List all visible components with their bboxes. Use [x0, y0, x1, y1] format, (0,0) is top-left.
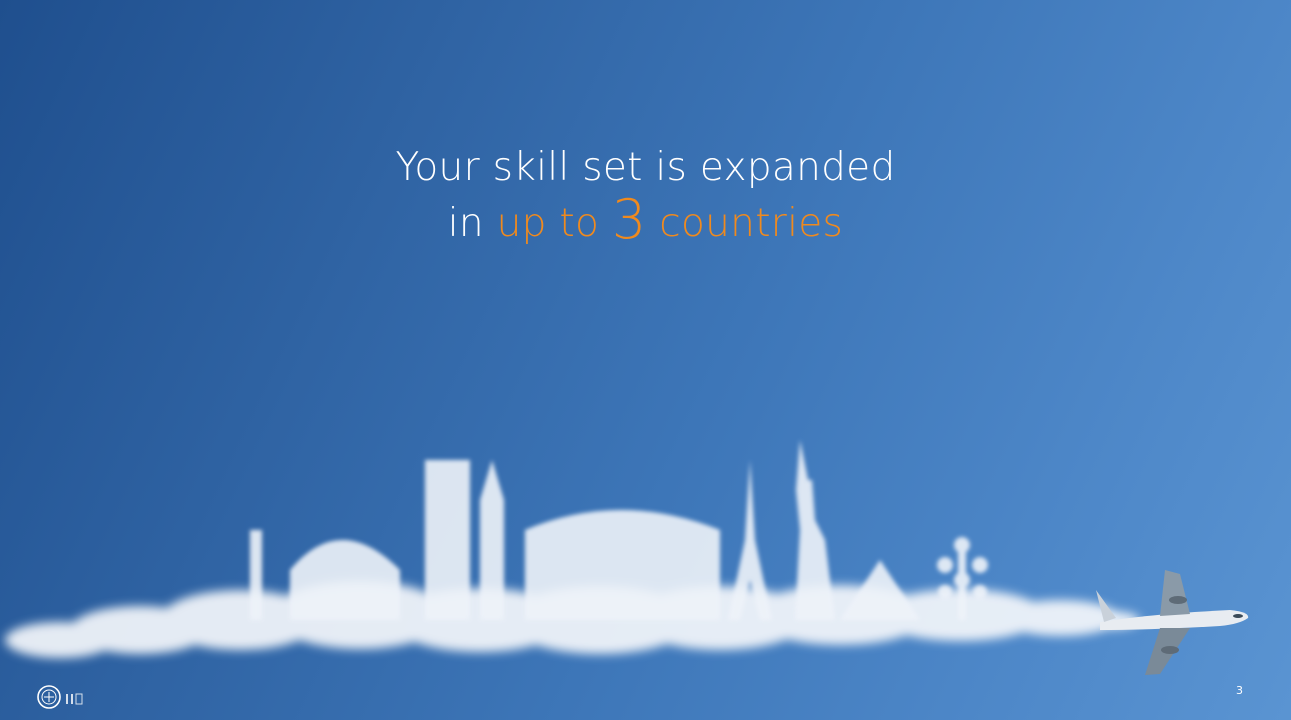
- slide: Your skill set is expanded in up to 3 co…: [0, 0, 1291, 720]
- cloud-skyline-illustration: [5, 440, 1249, 675]
- title-line-2: in up to 3 countries: [0, 193, 1291, 250]
- title-number: 3: [611, 188, 647, 251]
- title-line-1: Your skill set is expanded: [395, 145, 896, 190]
- airplane-icon: [1096, 570, 1249, 675]
- slide-title: Your skill set is expanded in up to 3 co…: [0, 142, 1291, 250]
- title-accent-a: up to: [496, 201, 612, 246]
- slide-number: 3: [1236, 684, 1243, 697]
- university-seal-icon: [37, 685, 83, 709]
- title-prefix: in: [447, 201, 497, 246]
- cloud-landmarks: [250, 440, 988, 620]
- title-accent-b: countries: [646, 201, 844, 246]
